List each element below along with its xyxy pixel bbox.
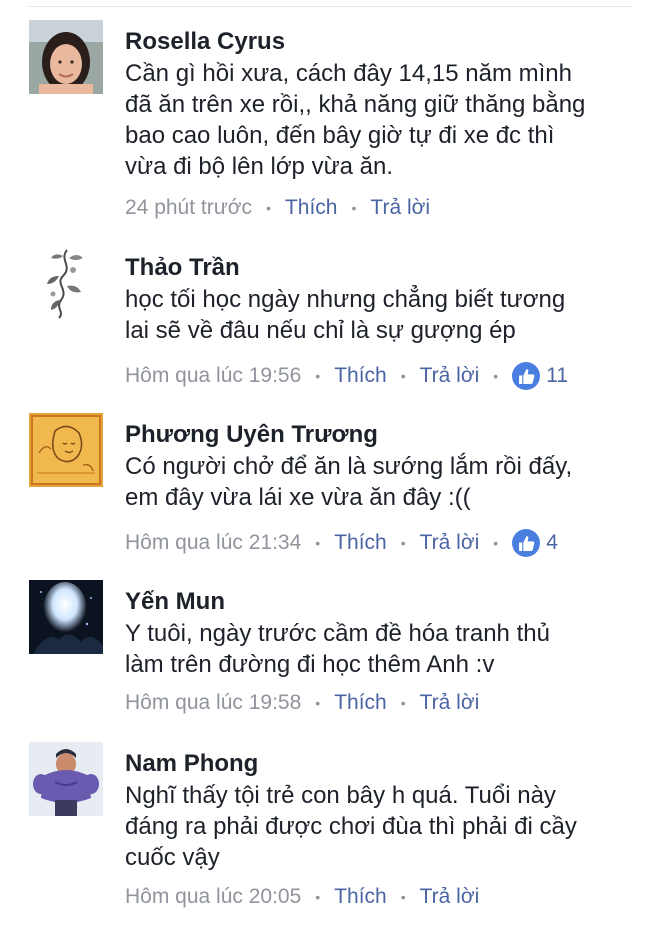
comment-text-line: Có người chở để ăn là sướng lắm rồi đấy, (125, 453, 573, 480)
like-button[interactable]: Thích (334, 884, 387, 910)
comment-text-line: đáng ra phải được chơi đùa thì phải đi c… (125, 813, 577, 840)
comment-timestamp[interactable]: Hôm qua lúc 19:58 (125, 690, 301, 716)
avatar[interactable] (29, 742, 103, 816)
avatar[interactable] (29, 580, 103, 654)
avatar-photo-icon (29, 20, 103, 94)
avatar[interactable] (29, 246, 103, 320)
comment-text: Cần gì hồi xưa, cách đây 14,15 năm mình … (125, 58, 640, 182)
comment-text-line: em đây vừa lái xe vừa ăn đây :(( (125, 484, 471, 511)
comment-text-line: Y tuôi, ngày trước cầm đề hóa tranh thủ (125, 620, 550, 647)
separator-dot: • (400, 535, 406, 551)
comment-text-line: cuốc vậy (125, 844, 220, 871)
avatar[interactable] (29, 20, 103, 94)
comment-text-line: bao cao luôn, đến bây giờ tự đi xe đc th… (125, 122, 555, 149)
comment-timestamp[interactable]: Hôm qua lúc 19:56 (125, 363, 301, 389)
comment-text-line: làm trên đường đi học thêm Anh :v (125, 651, 495, 678)
reaction-summary[interactable]: 11 (512, 362, 568, 390)
comment-text: Nghĩ thấy tội trẻ con bây h quá. Tuổi nà… (125, 780, 640, 873)
comment-text-line: Cần gì hồi xưa, cách đây 14,15 năm mình (125, 60, 572, 87)
separator-dot: • (400, 889, 406, 905)
like-thumb-icon (512, 362, 541, 390)
comment-meta: Hôm qua lúc 20:05 • Thích • Trả lời (125, 884, 479, 910)
avatar[interactable] (29, 413, 103, 487)
reaction-count: 11 (546, 364, 569, 387)
comment-author[interactable]: Yến Mun (125, 588, 640, 616)
reply-button[interactable]: Trả lời (370, 195, 430, 221)
separator-dot: • (351, 200, 357, 216)
like-button[interactable]: Thích (334, 363, 387, 389)
separator-dot: • (315, 368, 321, 384)
separator-dot: • (493, 368, 499, 384)
comment-meta: Hôm qua lúc 19:58 • Thích • Trả lời (125, 690, 479, 716)
comment-text: học tối học ngày nhưng chẳng biết tương … (125, 284, 640, 346)
separator-dot: • (493, 535, 499, 551)
reaction-summary[interactable]: 4 (512, 529, 558, 557)
avatar-photo-icon (29, 413, 103, 487)
separator-dot: • (315, 535, 321, 551)
comment-timestamp[interactable]: 24 phút trước (125, 195, 252, 221)
separator-dot: • (400, 695, 406, 711)
comment-text-line: Nghĩ thấy tội trẻ con bây h quá. Tuổi nà… (125, 782, 556, 809)
avatar-photo-icon (29, 246, 103, 320)
comment-author[interactable]: Thảo Trần (125, 254, 640, 282)
comment-author[interactable]: Nam Phong (125, 750, 640, 778)
comment-timestamp[interactable]: Hôm qua lúc 21:34 (125, 530, 301, 556)
comment-text-line: vừa đi bộ lên lớp vừa ăn. (125, 153, 394, 180)
comment-meta: 24 phút trước • Thích • Trả lời (125, 195, 430, 221)
avatar-photo-icon (29, 580, 103, 654)
like-thumb-icon (512, 529, 541, 557)
comment-text-line: học tối học ngày nhưng chẳng biết tương (125, 286, 566, 313)
reply-button[interactable]: Trả lời (420, 884, 480, 910)
comment-meta: Hôm qua lúc 19:56 • Thích • Trả lời • 11 (125, 362, 568, 390)
top-divider (28, 6, 632, 7)
comment-text-line: đã ăn trên xe rồi,, khả năng giữ thăng b… (125, 91, 586, 118)
separator-dot: • (400, 368, 406, 384)
reply-button[interactable]: Trả lời (420, 530, 480, 556)
avatar-photo-icon (29, 742, 103, 816)
like-button[interactable]: Thích (334, 690, 387, 716)
separator-dot: • (315, 889, 321, 905)
comment-text: Có người chở để ăn là sướng lắm rồi đấy,… (125, 451, 640, 513)
comment-text-line: lai sẽ về đâu nếu chỉ là sự gượng ép (125, 317, 516, 344)
comment-author[interactable]: Rosella Cyrus (125, 28, 640, 56)
like-button[interactable]: Thích (285, 195, 338, 221)
comment-meta: Hôm qua lúc 21:34 • Thích • Trả lời • 4 (125, 529, 558, 557)
like-button[interactable]: Thích (334, 530, 387, 556)
separator-dot: • (315, 695, 321, 711)
reply-button[interactable]: Trả lời (420, 363, 480, 389)
comment-timestamp[interactable]: Hôm qua lúc 20:05 (125, 884, 301, 910)
comment-author[interactable]: Phương Uyên Trương (125, 421, 640, 449)
comment-text: Y tuôi, ngày trước cầm đề hóa tranh thủ … (125, 618, 640, 680)
reaction-count: 4 (546, 531, 558, 554)
separator-dot: • (266, 200, 271, 216)
reply-button[interactable]: Trả lời (420, 690, 480, 716)
